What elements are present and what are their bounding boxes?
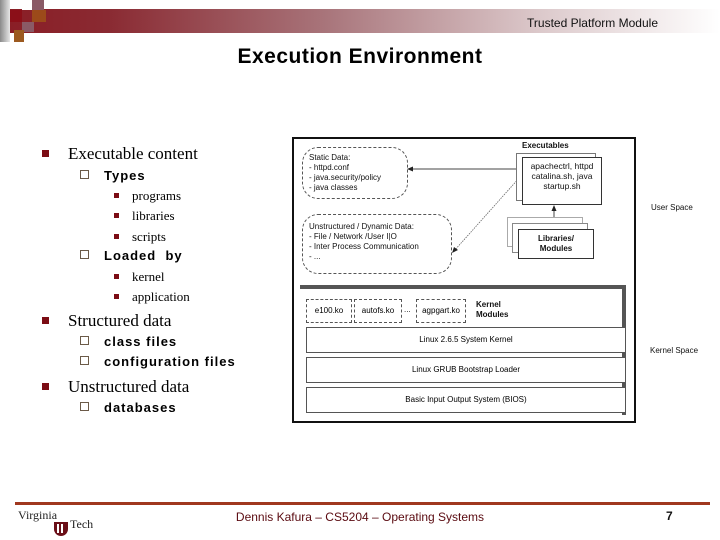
small-square-bullet-icon: [114, 293, 119, 299]
layer-system-kernel: Linux 2.6.5 System Kernel: [306, 327, 626, 353]
static-data-item: - java classes: [309, 183, 358, 192]
executables-line: catalina.sh, java: [531, 171, 593, 181]
dynamic-data-item: - Inter Process Communication: [309, 242, 419, 251]
executables-box: apachectrl, httpd catalina.sh, java star…: [522, 157, 602, 205]
sub-bullet-item: Loaded by: [80, 248, 183, 263]
small-square-bullet-icon: [114, 192, 119, 198]
executables-label: Executables: [522, 141, 569, 150]
square-bullet-icon: [42, 149, 49, 157]
bullet-item: Unstructured data: [42, 377, 189, 397]
kernel-module-e100: e100.ko: [306, 299, 352, 323]
hollow-square-bullet-icon: [80, 170, 89, 180]
kernel-module-autofs: autofs.ko: [354, 299, 402, 323]
footer-credit: Dennis Kafura – CS5204 – Operating Syste…: [235, 510, 485, 524]
sub-bullet-item: configuration files: [80, 354, 236, 369]
architecture-diagram: Static Data: - httpd.conf - java.securit…: [292, 137, 636, 423]
sub-sub-bullet-item: libraries: [114, 208, 175, 224]
sub-bullet-item: databases: [80, 400, 177, 415]
sub-bullet-item: Types: [80, 168, 146, 183]
small-square-bullet-icon: [114, 233, 119, 239]
bullet-item: Executable content: [42, 144, 198, 164]
hollow-square-bullet-icon: [80, 250, 89, 260]
static-data-title: Static Data:: [309, 153, 351, 162]
hollow-square-bullet-icon: [80, 356, 89, 366]
kernel-modules-label: Modules: [476, 310, 509, 319]
dynamic-data-title: Unstructured / Dynamic Data:: [309, 222, 414, 231]
course-topic-label: Trusted Platform Module: [527, 16, 658, 30]
bullet-item: Structured data: [42, 311, 171, 331]
sub-bullet-item: class files: [80, 334, 177, 349]
kernel-modules-ellipsis: ...: [404, 305, 411, 314]
square-bullet-icon: [42, 382, 49, 390]
sub-sub-bullet-item: kernel: [114, 269, 164, 285]
hollow-square-bullet-icon: [80, 336, 89, 346]
square-bullet-icon: [42, 316, 49, 324]
static-data-box: Static Data: - httpd.conf - java.securit…: [302, 147, 408, 199]
small-square-bullet-icon: [114, 273, 119, 279]
dynamic-data-item: - ...: [309, 252, 321, 261]
libraries-box: Libraries/ Modules: [518, 229, 594, 259]
sub-sub-bullet-item: scripts: [114, 229, 166, 245]
user-space-label: User Space: [651, 203, 693, 212]
kernel-space-label: Kernel Space: [650, 346, 699, 355]
libraries-line: Libraries/: [537, 234, 574, 243]
layer-grub-loader: Linux GRUB Bootstrap Loader: [306, 357, 626, 383]
slide-title: Execution Environment: [237, 45, 483, 68]
shield-icon: [54, 522, 68, 536]
kernel-module-agpgart: agpgart.ko: [416, 299, 466, 323]
page-number: 7: [666, 509, 673, 523]
kernel-space-block: e100.ko autofs.ko ... agpgart.ko Kernel …: [300, 285, 626, 415]
footer-divider: [15, 502, 710, 505]
static-data-item: - java.security/policy: [309, 173, 382, 182]
layer-bios: Basic Input Output System (BIOS): [306, 387, 626, 413]
small-square-bullet-icon: [114, 212, 119, 218]
kernel-modules-label: Kernel: [476, 300, 501, 309]
dynamic-data-box: Unstructured / Dynamic Data: - File / Ne…: [302, 214, 452, 274]
sub-sub-bullet-item: programs: [114, 188, 181, 204]
dynamic-data-item: - File / Network /User I|O: [309, 232, 397, 241]
libraries-line: Modules: [539, 244, 573, 253]
executables-line: apachectrl, httpd: [530, 161, 594, 171]
hollow-square-bullet-icon: [80, 402, 89, 412]
static-data-item: - httpd.conf: [309, 163, 350, 172]
sub-sub-bullet-item: application: [114, 289, 190, 305]
executables-line: startup.sh: [543, 181, 581, 191]
